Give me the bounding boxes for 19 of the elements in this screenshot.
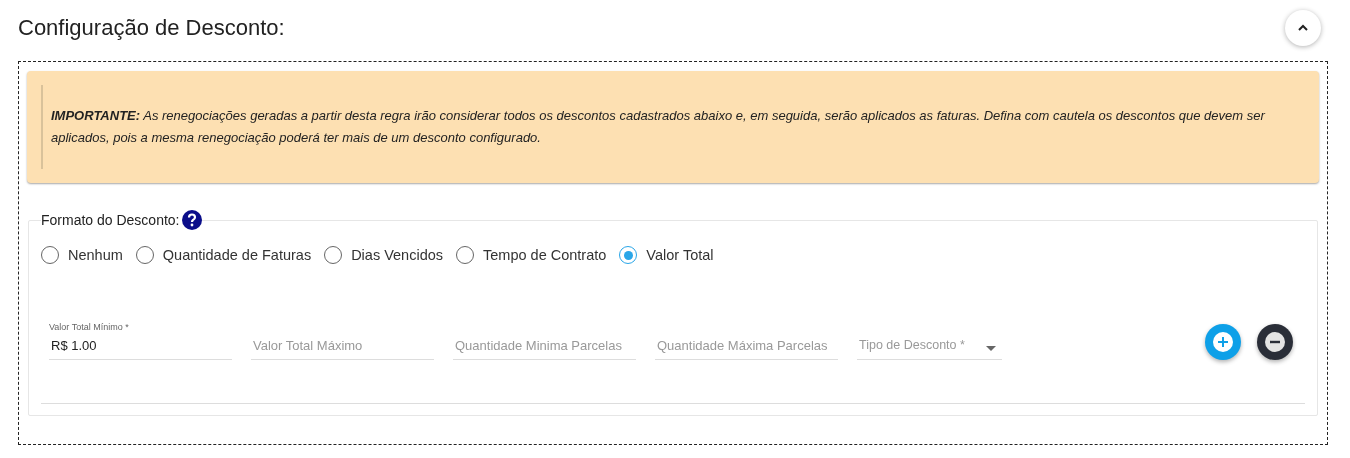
legend-label: Formato do Desconto: xyxy=(41,212,180,228)
field-label: Valor Total Mínimo * xyxy=(49,322,130,332)
remove-button[interactable] xyxy=(1257,324,1293,360)
radio-option[interactable]: Dias Vencidos xyxy=(324,246,444,264)
plus-icon xyxy=(1213,332,1233,352)
input-field[interactable]: Quantidade Máxima Parcelas xyxy=(655,338,838,360)
radio-option[interactable]: Tempo de Contrato xyxy=(456,246,607,264)
section-title: Configuração de Desconto: xyxy=(18,15,285,41)
radio-option[interactable]: Valor Total xyxy=(619,246,714,264)
add-button[interactable] xyxy=(1205,324,1241,360)
minus-icon xyxy=(1265,332,1285,352)
radio-option[interactable]: Nenhum xyxy=(41,246,123,264)
input-field[interactable]: Valor Total Máximo xyxy=(251,338,434,360)
caret-icon xyxy=(986,346,996,352)
help-icon[interactable] xyxy=(181,210,202,230)
warning-text: IMPORTANTE: As renegociações geradas a partir desta regra irão considerar todos os descontos cadastrados abaixo e, em seguida, serão aplicados as faturas. Defina com cautela os descontos que devem ser aplicados, pois a mesma renegociação poderá ter mais de um desconto configurado. xyxy=(51,107,1267,147)
input-field[interactable]: R$ 1.00 xyxy=(49,338,232,360)
radio-option[interactable]: Quantidade de Faturas xyxy=(135,246,312,264)
input-field[interactable]: Quantidade Minima Parcelas xyxy=(453,338,636,360)
